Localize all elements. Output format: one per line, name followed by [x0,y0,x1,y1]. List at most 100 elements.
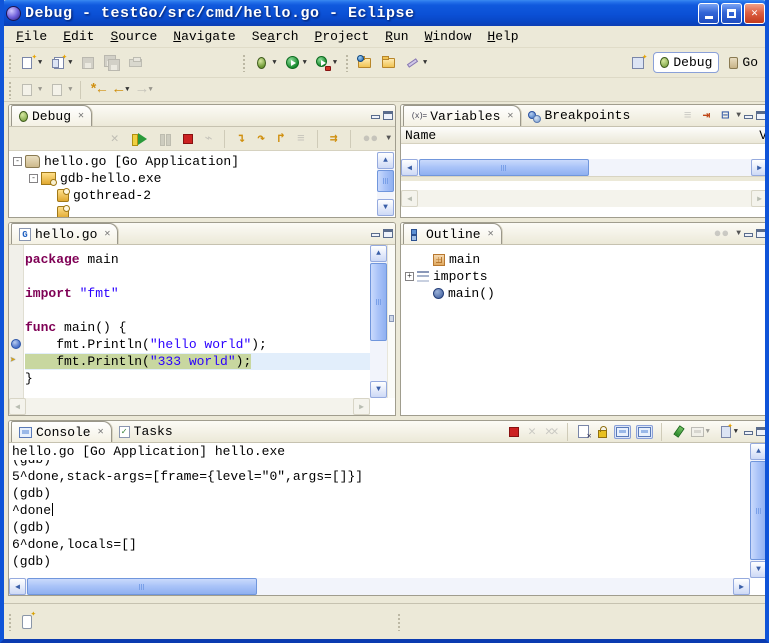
disconnect-icon[interactable]: ⌁ [202,128,216,149]
remove-all-terminated-icon[interactable]: ✕✕ [543,422,559,441]
title-bar[interactable]: Debug - testGo/src/cmd/hello.go - Eclips… [0,0,769,26]
tab-tasks[interactable]: ✓ Tasks [112,421,180,442]
code-area[interactable]: package mainimport "fmt"func main() { fm… [25,245,370,398]
save-button[interactable] [77,52,99,74]
menu-project[interactable]: Project [307,27,378,46]
perspective-go-button[interactable]: Go [722,52,765,73]
tree-item[interactable]: main() [401,285,768,302]
toolbar-grip[interactable] [8,81,12,99]
close-button[interactable]: ✕ [744,3,765,24]
menu-run[interactable]: Run [377,27,416,46]
outline-settings-icon[interactable]: ●● [711,223,733,244]
editor-vertical-scrollbar[interactable]: ▲ ▼ [370,245,387,398]
run-external-button[interactable]: ▼ [312,52,340,74]
editor-body[interactable]: ➤ package mainimport "fmt"func main() { … [9,245,395,415]
tab-debug[interactable]: Debug ✕ [11,105,92,126]
tab-hello-go[interactable]: G hello.go ✕ [11,223,118,244]
terminate-icon[interactable] [180,131,196,147]
code-line[interactable] [25,268,370,285]
maximize-view-icon[interactable] [383,111,393,120]
print-button[interactable] [125,52,147,74]
add-watch-icon[interactable]: ⇥ [700,105,714,126]
instruction-step-icon[interactable]: ≡ [294,128,308,149]
editor-horizontal-scrollbar[interactable]: ◀ ▶ [9,398,370,415]
show-console-on-output-icon[interactable] [614,425,631,439]
close-icon[interactable]: ✕ [98,426,104,438]
maximize-view-icon[interactable] [383,229,393,238]
new-file-button[interactable]: ✦▼ [17,52,45,74]
remove-terminated-icon[interactable]: ✕ [108,128,122,149]
tree-item[interactable] [9,204,395,217]
next-annotation-button[interactable]: ▼ [17,79,45,101]
toolbar-grip[interactable] [8,54,12,72]
step-into-icon[interactable]: ↴ [234,128,248,149]
pin-console-icon[interactable] [670,424,684,439]
console-horizontal-scrollbar[interactable]: ◀ ▶ [9,578,750,595]
run-button[interactable]: ▼ [282,52,310,74]
console-output[interactable]: (gdb)5^done,stack-args=[frame={level="0"… [12,460,748,578]
code-line[interactable]: fmt.Println("hello world"); [25,336,370,353]
close-icon[interactable]: ✕ [488,228,494,240]
close-icon[interactable]: ✕ [78,110,84,122]
toolbar-grip[interactable] [242,54,246,72]
tree-item[interactable]: +imports [401,268,768,285]
code-line[interactable]: } [25,370,370,387]
maximize-view-icon[interactable] [756,427,766,436]
search-button[interactable]: ▼ [402,52,430,74]
open-resource-button[interactable] [378,52,400,74]
maximize-view-icon[interactable] [756,229,766,238]
menu-help[interactable]: Help [479,27,526,46]
editor-gutter[interactable]: ➤ [9,245,24,398]
menu-window[interactable]: Window [417,27,480,46]
tab-variables[interactable]: (x)= Variables ✕ [403,105,521,126]
menu-search[interactable]: Search [244,27,307,46]
remove-launch-icon[interactable]: ✕ [526,422,538,441]
code-line[interactable]: package main [25,251,370,268]
show-console-on-error-icon[interactable] [636,425,653,439]
resume-icon[interactable] [128,130,150,148]
menu-navigate[interactable]: Navigate [165,27,243,46]
minimize-view-icon[interactable] [371,115,380,119]
minimize-view-icon[interactable] [744,431,753,435]
perspective-debug-button[interactable]: Debug [653,52,719,73]
tab-breakpoints[interactable]: Breakpoints [521,105,637,126]
maximize-button[interactable] [721,3,742,24]
minimize-view-icon[interactable] [744,115,753,119]
variables-horizontal-scrollbar[interactable]: ◀ ▶ [401,159,768,176]
menu-file[interactable]: File [8,27,55,46]
close-icon[interactable]: ✕ [104,228,110,240]
variables-detail-pane[interactable]: ◀ ▶ [401,181,768,207]
expander-icon[interactable]: + [405,272,414,281]
console-vertical-scrollbar[interactable]: ▲ ▼ [750,443,767,578]
view-menu-icon[interactable]: ▼ [736,229,741,238]
step-return-icon[interactable]: ↱ [274,128,288,149]
toolbar-grip[interactable] [345,54,349,72]
step-filters-icon[interactable]: ⇉ [327,128,341,149]
code-line[interactable]: import "fmt" [25,285,370,302]
detail-horizontal-scrollbar[interactable]: ◀ ▶ [401,190,768,207]
step-over-icon[interactable]: ↷ [254,128,268,149]
suspend-icon[interactable] [156,130,174,148]
last-edit-location-button[interactable]: *← [86,79,109,101]
tab-console[interactable]: Console ✕ [11,421,112,442]
minimize-button[interactable] [698,3,719,24]
show-type-names-icon[interactable]: ≡ [681,105,695,126]
clear-console-icon[interactable] [576,423,591,440]
minimize-view-icon[interactable] [744,233,753,237]
open-type-button[interactable] [354,52,376,74]
scroll-lock-icon[interactable] [596,424,609,440]
minimize-view-icon[interactable] [371,233,380,237]
open-perspective-button[interactable]: ✦ [627,52,649,74]
tree-item[interactable]: main [401,251,768,268]
maximize-view-icon[interactable] [756,111,766,120]
code-line[interactable] [25,302,370,319]
menu-source[interactable]: Source [102,27,165,46]
tree-item[interactable]: -hello.go [Go Application] [9,153,395,170]
close-icon[interactable]: ✕ [507,110,513,122]
display-console-icon[interactable]: ▼ [689,425,712,439]
open-console-icon[interactable]: ✦▼ [717,422,740,442]
breakpoint-icon[interactable] [11,339,21,349]
debug-button[interactable]: ▼ [251,52,279,74]
tree-item[interactable]: gothread-2 [9,187,395,204]
fast-view-icon[interactable] [22,615,32,629]
